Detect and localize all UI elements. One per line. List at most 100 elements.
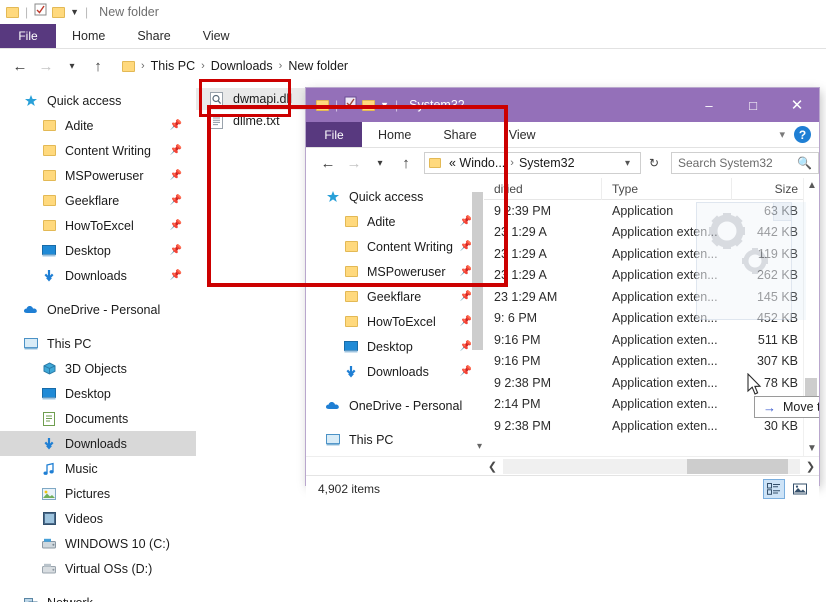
new-folder-icon[interactable]: [52, 6, 66, 18]
maximize-icon[interactable]: □: [731, 88, 775, 122]
horizontal-scrollbar-track[interactable]: [503, 458, 800, 474]
window2-titlebar[interactable]: | ▼ | System32 – □ ✕: [306, 88, 819, 122]
breadcrumb-item-downloads[interactable]: Downloads: [207, 59, 277, 73]
quick-access-toolbar[interactable]: | ▼ |: [316, 96, 399, 114]
tab-view[interactable]: View: [493, 122, 552, 147]
nav-item-adite[interactable]: Adite 📌: [306, 209, 484, 234]
pin-icon[interactable]: 📌: [170, 220, 182, 231]
pin-icon[interactable]: 📌: [170, 145, 182, 156]
nav-item-desktop-qa[interactable]: Desktop 📌: [0, 238, 196, 263]
nav-item-howtoexcel[interactable]: HowToExcel 📌: [0, 213, 196, 238]
tab-home[interactable]: Home: [362, 122, 427, 147]
tab-file[interactable]: File: [306, 122, 362, 147]
properties-icon[interactable]: [34, 3, 47, 21]
nav-item-downloads[interactable]: Downloads: [0, 431, 196, 456]
recent-locations-chevron-icon[interactable]: ▾: [368, 151, 392, 175]
pin-icon[interactable]: 📌: [170, 195, 182, 206]
nav-item-music[interactable]: Music: [0, 456, 196, 481]
breadcrumb[interactable]: « Windo... › System32 ▾: [424, 152, 641, 174]
back-icon[interactable]: ←: [8, 54, 32, 78]
nav-item-downloads-qa[interactable]: Downloads 📌: [0, 263, 196, 288]
forward-icon[interactable]: →: [342, 151, 366, 175]
table-row[interactable]: 23 1:29 A Application exten... 262 KB: [484, 265, 819, 287]
nav-item-content-writing[interactable]: Content Writing 📌: [306, 234, 484, 259]
pin-icon[interactable]: 📌: [170, 245, 182, 256]
window2-ribbon-tabs[interactable]: File Home Share View ▾ ?: [306, 122, 819, 147]
expand-ribbon-chevron-icon[interactable]: ▾: [779, 128, 785, 141]
nav-item-videos[interactable]: Videos: [0, 506, 196, 531]
breadcrumb[interactable]: › This PC › Downloads › New folder: [116, 54, 358, 78]
nav-item-onedrive[interactable]: OneDrive - Personal: [306, 393, 484, 418]
nav-item-geekflare[interactable]: Geekflare 📌: [0, 188, 196, 213]
nav-item-content-writing[interactable]: Content Writing 📌: [0, 138, 196, 163]
list-horizontal-scrollbar[interactable]: ❮ ❯: [306, 456, 819, 475]
nav-item-this-pc[interactable]: This PC: [306, 427, 484, 452]
tab-share[interactable]: Share: [427, 122, 492, 147]
forward-icon[interactable]: →: [34, 54, 58, 78]
recent-locations-chevron-icon[interactable]: ▾: [60, 54, 84, 78]
table-row[interactable]: 9: 6 PM Application exten... 452 KB: [484, 308, 819, 330]
nav-item-windows-10-c[interactable]: WINDOWS 10 (C:): [0, 531, 196, 556]
nav-item-desktop[interactable]: Desktop: [0, 381, 196, 406]
nav-item-desktop-qa[interactable]: Desktop 📌: [306, 334, 484, 359]
search-input[interactable]: Search System32 🔍: [671, 152, 819, 174]
thumbnail-view-icon[interactable]: [789, 479, 811, 499]
nav-item-3d-objects[interactable]: 3D Objects: [0, 356, 196, 381]
close-icon[interactable]: ✕: [775, 88, 819, 122]
table-row[interactable]: 9 2:39 PM Application 63 KB: [484, 200, 819, 222]
window1-ribbon-tabs[interactable]: File Home Share View: [0, 24, 826, 48]
nav-item-mspoweruser[interactable]: MSPoweruser 📌: [306, 259, 484, 284]
nav-item-virtual-os-d[interactable]: Virtual OSs (D:): [0, 556, 196, 581]
nav-item-network[interactable]: Network: [0, 590, 196, 602]
column-header-size[interactable]: Size: [732, 178, 808, 200]
tab-share[interactable]: Share: [121, 24, 186, 48]
scroll-right-icon[interactable]: ❯: [802, 460, 819, 473]
details-view-icon[interactable]: [763, 478, 785, 499]
nav-item-adite[interactable]: Adite 📌: [0, 113, 196, 138]
table-row[interactable]: 23 1:29 AM Application exten... 145 KB: [484, 286, 819, 308]
window-controls[interactable]: – □ ✕: [687, 88, 819, 122]
folder-icon[interactable]: [316, 99, 329, 111]
tab-home[interactable]: Home: [56, 24, 121, 48]
window1-titlebar[interactable]: | ▼ | New folder: [0, 0, 826, 24]
column-headers[interactable]: dified Type Size: [484, 178, 819, 200]
view-mode-buttons[interactable]: [763, 478, 819, 499]
pin-icon[interactable]: 📌: [170, 170, 182, 181]
nav-item-howtoexcel[interactable]: HowToExcel 📌: [306, 309, 484, 334]
search-icon[interactable]: 🔍: [797, 156, 812, 170]
chevron-down-icon[interactable]: ▼: [380, 100, 389, 110]
nav-item-quick-access[interactable]: Quick access: [306, 184, 484, 209]
nav-item-quick-access[interactable]: Quick access: [0, 88, 196, 113]
quick-access-toolbar[interactable]: | ▼ |: [6, 3, 89, 21]
table-row[interactable]: 9:16 PM Application exten... 511 KB: [484, 329, 819, 351]
nav-item-this-pc[interactable]: This PC: [0, 331, 196, 356]
nav-item-mspoweruser[interactable]: MSPoweruser 📌: [0, 163, 196, 188]
new-folder-icon[interactable]: [362, 99, 376, 111]
breadcrumb-item-this-pc[interactable]: This PC: [147, 59, 199, 73]
breadcrumb-item-windows[interactable]: « Windo...: [446, 156, 508, 170]
breadcrumb-item-new-folder[interactable]: New folder: [284, 59, 352, 73]
nav-scroll-down-icon[interactable]: ▾: [477, 441, 482, 452]
nav-item-geekflare[interactable]: Geekflare 📌: [306, 284, 484, 309]
nav-item-downloads-qa[interactable]: Downloads 📌: [306, 359, 484, 384]
scroll-up-icon[interactable]: ▲: [807, 180, 817, 191]
nav-item-pictures[interactable]: Pictures: [0, 481, 196, 506]
folder-icon[interactable]: [6, 6, 19, 18]
up-icon[interactable]: ↑: [86, 54, 110, 78]
scroll-down-icon[interactable]: ▼: [807, 443, 817, 454]
table-row[interactable]: 9 2:38 PM Application exten... 78 KB: [484, 372, 819, 394]
pin-icon[interactable]: 📌: [170, 120, 182, 131]
minimize-icon[interactable]: –: [687, 88, 731, 122]
breadcrumb-item-system32[interactable]: System32: [516, 156, 578, 170]
refresh-icon[interactable]: ↻: [643, 152, 665, 174]
breadcrumb-dropdown-icon[interactable]: ▾: [619, 158, 636, 169]
table-row[interactable]: 23 1:29 A Application exten... 442 KB: [484, 222, 819, 244]
horizontal-scrollbar-thumb[interactable]: [687, 458, 789, 474]
properties-icon[interactable]: [344, 96, 357, 114]
help-icon[interactable]: ?: [794, 126, 811, 143]
pin-icon[interactable]: 📌: [170, 270, 182, 281]
table-row[interactable]: 23 1:29 A Application exten... 119 KB: [484, 243, 819, 265]
up-icon[interactable]: ↑: [394, 151, 418, 175]
nav-scrollbar[interactable]: ▾: [471, 178, 484, 456]
chevron-down-icon[interactable]: ▼: [70, 7, 79, 17]
